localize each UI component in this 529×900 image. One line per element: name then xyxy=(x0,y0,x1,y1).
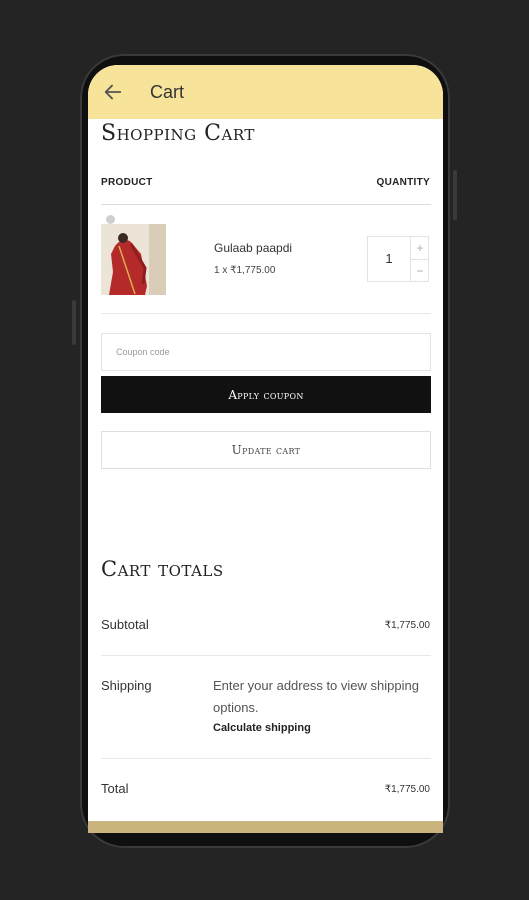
phone-side-button xyxy=(453,170,457,220)
quantity-decrease-button[interactable]: − xyxy=(411,259,429,282)
product-thumbnail[interactable] xyxy=(101,224,166,295)
subtotal-label: Subtotal xyxy=(101,617,149,632)
shipping-label: Shipping xyxy=(101,678,152,693)
product-image xyxy=(101,224,166,295)
coupon-code-input[interactable] xyxy=(101,333,431,371)
product-price-line: 1 x ₹1,775.00 xyxy=(214,265,276,276)
update-cart-button[interactable]: Update cart xyxy=(101,431,431,469)
total-label: Total xyxy=(101,781,129,796)
cart-totals-heading: Cart totals xyxy=(101,557,224,581)
remove-item-icon[interactable] xyxy=(106,215,115,224)
divider xyxy=(101,313,431,314)
quantity-stepper[interactable]: 1 + − xyxy=(367,236,429,282)
calculate-shipping-link[interactable]: Calculate shipping xyxy=(213,722,311,734)
divider xyxy=(101,655,431,656)
apply-coupon-button[interactable]: Apply coupon xyxy=(101,376,431,413)
quantity-value[interactable]: 1 xyxy=(368,237,410,281)
proceed-to-checkout-button[interactable] xyxy=(88,821,443,833)
quantity-column-header: QUANTITY xyxy=(376,177,430,188)
app-bar: Cart xyxy=(88,65,443,119)
divider xyxy=(101,204,431,205)
page-title: Cart xyxy=(150,82,185,102)
shipping-info-text: Enter your address to view shipping opti… xyxy=(213,678,419,715)
product-name[interactable]: Gulaab paapdi xyxy=(214,241,292,255)
total-value: ₹1,775.00 xyxy=(384,784,430,795)
phone-side-button xyxy=(72,300,76,345)
subtotal-value: ₹1,775.00 xyxy=(384,620,430,631)
quantity-increase-button[interactable]: + xyxy=(411,237,429,259)
product-column-header: PRODUCT xyxy=(101,177,153,188)
app-screen: Cart Shopping Cart PRODUCT QUANTITY Gula… xyxy=(88,65,443,833)
shopping-cart-heading: Shopping Cart xyxy=(101,121,255,146)
arrow-left-icon[interactable] xyxy=(102,81,124,103)
divider xyxy=(101,758,431,759)
